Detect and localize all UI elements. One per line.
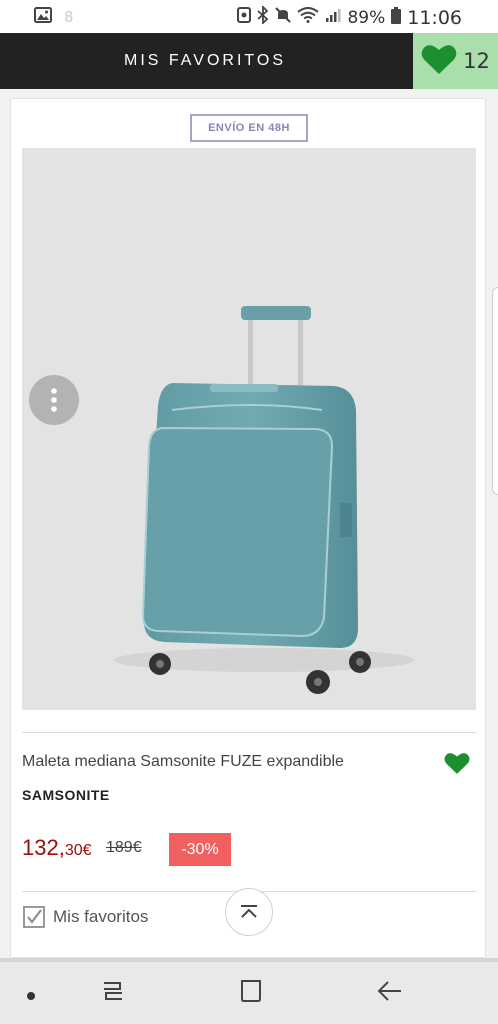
wifi-icon [297,7,320,28]
product-image[interactable] [22,148,476,710]
divider [22,732,476,733]
mute-icon [275,7,292,28]
more-vertical-icon [51,388,57,412]
check-icon [27,909,42,924]
status-right: 89% 11:06 [237,4,462,29]
discount-badge: -30% [169,833,231,866]
back-icon[interactable] [376,978,404,1009]
price-main: 132, [22,835,65,860]
recent-apps-dot-icon[interactable] [26,988,36,1006]
more-options-button[interactable] [29,375,79,425]
current-price: 132,30€ [22,835,92,861]
shipping-badge: ENVÍO EN 48H [190,114,308,142]
battery-icon [391,6,402,29]
clock: 11:06 [407,6,462,29]
edge-panel-handle[interactable] [492,287,498,495]
home-icon[interactable] [238,978,264,1009]
favorites-counter-button[interactable]: 12 [413,33,498,89]
price-cents: 30€ [64,842,92,859]
heart-icon [421,43,457,80]
scroll-to-top-button[interactable] [225,888,273,936]
favorite-heart-button[interactable] [444,751,470,780]
nfc-icon [237,7,252,28]
favorites-checkbox-label[interactable]: Mis favoritos [53,907,148,927]
chevron-up-icon [241,905,257,918]
notification-count: 8 [64,8,74,26]
product-brand[interactable]: SAMSONITE [22,787,110,803]
product-name[interactable]: Maleta mediana Samsonite FUZE expandible [22,753,344,771]
old-price: 189€ [106,839,142,856]
page-title: MIS FAVORITOS [124,52,286,69]
image-icon [34,7,52,27]
app-header: MIS FAVORITOS 12 [0,33,498,89]
battery-percent: 89% [347,7,386,28]
product-card: ENVÍO EN 48H Maleta mediana Samsonite FU… [10,98,486,958]
bluetooth-icon [257,4,269,29]
favorites-checkbox[interactable] [23,906,45,928]
heart-icon [444,753,470,774]
status-bar: 8 89% 11:06 [0,0,498,33]
status-left: 8 [34,7,74,27]
recents-icon[interactable] [100,978,126,1009]
system-navigation-bar [0,958,498,1024]
favorites-count: 12 [463,49,490,73]
luggage-illustration [114,306,414,694]
signal-icon [325,7,341,28]
